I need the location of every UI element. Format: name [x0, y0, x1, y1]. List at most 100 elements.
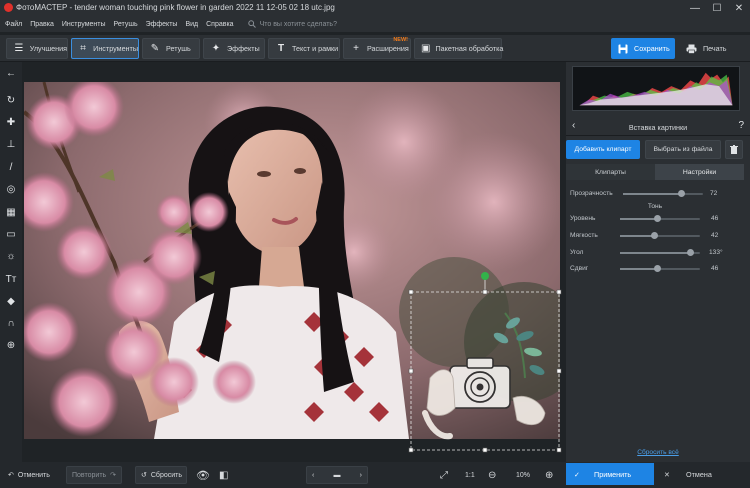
- slider-softness[interactable]: Мягкость 42: [570, 231, 720, 241]
- slider-knob[interactable]: [653, 215, 661, 222]
- slider-track[interactable]: [620, 265, 700, 272]
- check-icon: ✓: [574, 469, 581, 479]
- apply-button[interactable]: ✓ Применить: [566, 463, 654, 485]
- tab-batch[interactable]: ▣ Пакетная обработка: [414, 38, 504, 59]
- reset-button[interactable]: ↺ Сбросить: [135, 466, 187, 484]
- slider-knob[interactable]: [686, 249, 694, 256]
- crop-icon: ⌗: [80, 43, 86, 54]
- folder-icon[interactable]: ▬: [334, 472, 341, 479]
- cancel-button[interactable]: ✕ Отмена: [660, 463, 744, 485]
- zoom-value[interactable]: 10%: [516, 466, 530, 484]
- window-title: ФотоМАСТЕР - tender woman touching pink …: [16, 3, 335, 12]
- undo-icon: ↶: [8, 472, 14, 479]
- bandage-icon[interactable]: ✚: [4, 115, 18, 129]
- tab-label: Пакетная обработка: [435, 44, 504, 53]
- sliders-icon: ☰: [14, 43, 24, 54]
- reset-label: Сбросить: [150, 471, 182, 479]
- maximize-icon[interactable]: ☐: [706, 0, 728, 16]
- slider-knob[interactable]: [677, 190, 685, 197]
- slider-track[interactable]: [623, 190, 703, 197]
- help-icon[interactable]: ?: [738, 120, 744, 131]
- menu-edit[interactable]: Правка: [30, 21, 54, 28]
- slider-value: 133°: [709, 249, 723, 256]
- clipart-selection[interactable]: [405, 268, 565, 456]
- image-navigator: ‹ ▬ ›: [306, 466, 368, 484]
- add-clipart-button[interactable]: Добавить клипарт: [566, 140, 640, 159]
- menu-tools[interactable]: Инструменты: [62, 21, 106, 28]
- eye-icon[interactable]: 👁: [196, 466, 210, 484]
- menu-view[interactable]: Вид: [185, 21, 198, 28]
- tab-effects[interactable]: ✦ Эффекты: [203, 38, 265, 59]
- close-icon[interactable]: ✕: [728, 0, 750, 16]
- tab-text-frames[interactable]: T Текст и рамки: [268, 38, 340, 59]
- slider-fill: [620, 268, 657, 270]
- gradient-icon[interactable]: ▦: [4, 205, 18, 219]
- menu-effects[interactable]: Эффекты: [146, 21, 178, 28]
- save-button[interactable]: Сохранить: [611, 38, 675, 59]
- slider-knob[interactable]: [650, 232, 658, 239]
- print-label: Печать: [703, 44, 727, 53]
- slider-fill: [623, 193, 681, 195]
- undo-button[interactable]: ↶ Отменить: [8, 466, 50, 484]
- ratio-button[interactable]: 1:1: [465, 466, 475, 484]
- fill-icon[interactable]: ◆: [4, 294, 18, 308]
- slider-value: 46: [711, 215, 719, 222]
- fit-screen-icon[interactable]: ⤢: [440, 466, 448, 484]
- slider-angle[interactable]: Угол 133°: [570, 248, 723, 258]
- slider-label: Мягкость: [570, 232, 598, 239]
- slider-level[interactable]: Уровень 46: [570, 214, 720, 224]
- next-icon[interactable]: ›: [360, 472, 362, 479]
- slider-track[interactable]: [620, 215, 700, 222]
- slider-value: 46: [711, 265, 719, 272]
- reset-icon: ↺: [141, 472, 147, 479]
- reset-all-link[interactable]: Сбросить всё: [566, 449, 750, 456]
- tab-retouch[interactable]: ✎ Ретушь: [142, 38, 200, 59]
- zoom-out-icon[interactable]: ⊖: [488, 466, 496, 484]
- search-box[interactable]: Что вы хотите сделать?: [247, 20, 337, 28]
- redo-button[interactable]: Повторить ↷: [66, 466, 122, 484]
- menu-retouch[interactable]: Ретушь: [114, 21, 138, 28]
- slider-track[interactable]: [620, 249, 700, 256]
- horseshoe-magnet-icon[interactable]: ∩: [4, 316, 18, 330]
- print-button[interactable]: Печать: [679, 38, 741, 59]
- tab-cliparts[interactable]: Клипарты: [566, 164, 655, 180]
- tab-enhancements[interactable]: ☰ Улучшения: [6, 38, 68, 59]
- brush-icon[interactable]: /: [4, 160, 18, 174]
- compare-icon[interactable]: ◧: [219, 466, 228, 484]
- undo-label: Отменить: [17, 471, 50, 479]
- globe-icon[interactable]: ⊕: [4, 338, 18, 352]
- vignette-icon[interactable]: ▭: [4, 227, 18, 241]
- choose-file-button[interactable]: Выбрать из файла: [645, 140, 721, 159]
- slider-value: 42: [711, 232, 719, 239]
- tab-label: Текст и рамки: [292, 44, 339, 53]
- zoom-in-icon[interactable]: ⊕: [545, 466, 553, 484]
- tab-label: Улучшения: [29, 44, 67, 53]
- rotate-icon[interactable]: ↻: [4, 93, 18, 107]
- text-tool-icon[interactable]: Tт: [4, 272, 18, 286]
- tab-tools[interactable]: ⌗ Инструменты: [71, 38, 139, 59]
- printer-icon: [686, 44, 697, 54]
- menu-file[interactable]: Файл: [5, 21, 22, 28]
- slider-label: Прозрачность: [570, 190, 613, 197]
- tab-settings[interactable]: Настройки: [655, 164, 744, 180]
- menu-help[interactable]: Справка: [206, 21, 233, 28]
- slider-offset[interactable]: Сдвиг 46: [570, 264, 720, 274]
- sun-icon[interactable]: ☼: [4, 249, 18, 263]
- minimize-icon[interactable]: —: [684, 0, 706, 16]
- slider-opacity[interactable]: Прозрачность 72: [570, 189, 720, 199]
- tab-extensions[interactable]: + Расширения NEW!: [343, 37, 411, 59]
- stamp-icon[interactable]: ⊥: [4, 137, 18, 151]
- magic-wand-icon: ✦: [211, 43, 221, 54]
- panel-tabs: Клипарты Настройки: [566, 164, 744, 180]
- window-controls: — ☐ ✕: [684, 0, 750, 16]
- circle-target-icon[interactable]: ◎: [4, 182, 18, 196]
- prev-icon[interactable]: ‹: [312, 472, 314, 479]
- slider-knob[interactable]: [653, 265, 661, 272]
- tab-label: Эффекты: [227, 44, 260, 53]
- rotate-handle: [481, 272, 489, 280]
- back-arrow-icon[interactable]: ←: [4, 66, 18, 80]
- slider-track[interactable]: [620, 232, 700, 239]
- close-icon: ✕: [664, 469, 671, 479]
- left-tool-strip: ← ↻ ✚ ⊥ / ◎ ▦ ▭ ☼ Tт ◆ ∩ ⊕: [0, 62, 22, 462]
- delete-button[interactable]: [725, 140, 743, 159]
